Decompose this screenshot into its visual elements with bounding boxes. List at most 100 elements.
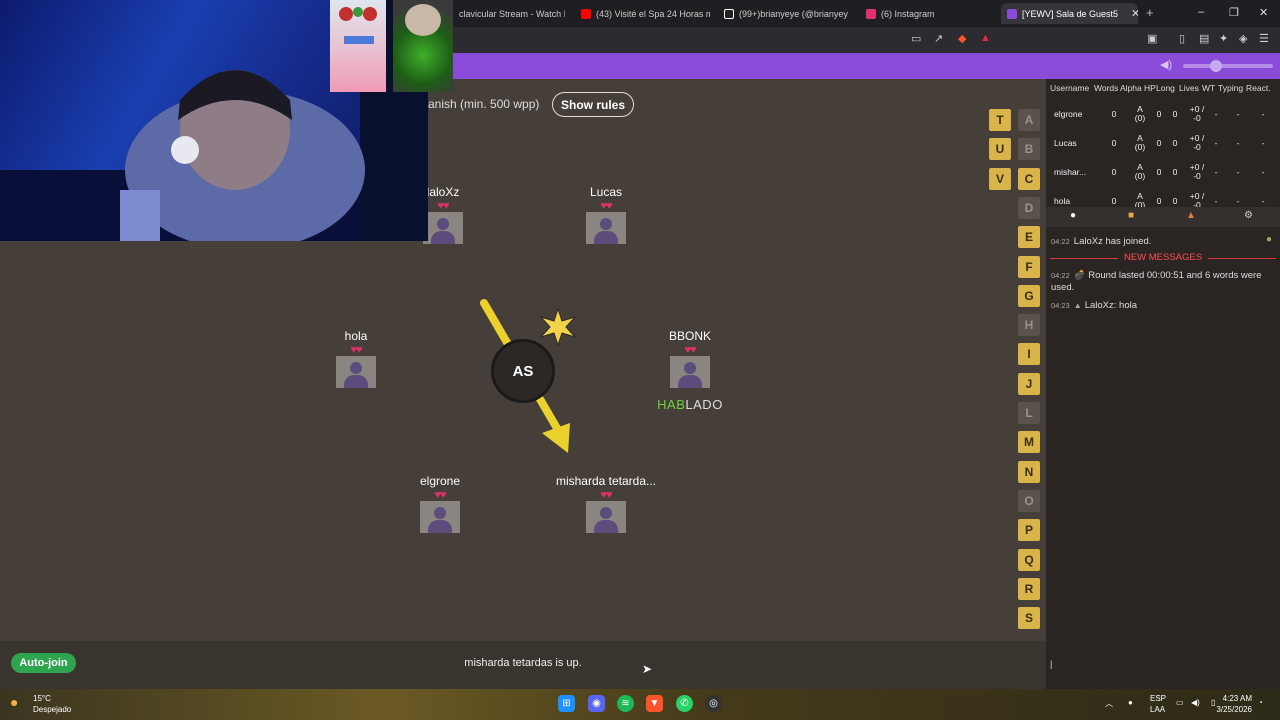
heart-icon: ♥♥ (434, 489, 446, 501)
tab-game-active[interactable]: [YEWV] Sala de Guest5 ✕ (1001, 3, 1138, 24)
spotify-icon[interactable]: ≋ (617, 695, 634, 712)
table-cell: mishar... (1054, 168, 1108, 177)
table-cell: hola (1054, 197, 1108, 206)
table-cell: - (1204, 110, 1228, 119)
alphabet-letter-tile: S (1018, 607, 1040, 630)
instagram-icon (866, 8, 876, 19)
language-layout[interactable]: LAA (1150, 705, 1165, 714)
chat-input[interactable] (1050, 653, 1276, 675)
speaker-icon[interactable]: ◀) (1191, 698, 1200, 707)
auto-join-button[interactable]: Auto-join (11, 653, 76, 673)
cell-value: Lucas (1054, 138, 1077, 148)
volume-icon[interactable]: ◀) (1160, 58, 1172, 71)
cell-value: - (1214, 138, 1218, 148)
close-tab-icon[interactable]: ✕ (1131, 7, 1138, 20)
menu-icon[interactable]: ☰ (1259, 32, 1269, 45)
gift-tab-icon[interactable]: ■ (1128, 210, 1134, 221)
cell-value: - (1214, 109, 1218, 119)
alphabet-letter-tile: H (1018, 314, 1040, 337)
cast-icon[interactable]: ▭ (911, 32, 921, 45)
clock-time[interactable]: 4:23 AM (1222, 694, 1252, 703)
notification-bell-icon[interactable]: ◔ (1258, 698, 1263, 707)
minimize-button[interactable]: – (1198, 6, 1204, 18)
table-cell: - (1204, 139, 1228, 148)
syllable-prompt: AS (512, 362, 534, 380)
panel-tabs: ● ■ ▲ ⚙ (1046, 207, 1280, 227)
clock-date[interactable]: 3/25/2026 (1212, 705, 1252, 714)
alphabet-letter-tile: N (1018, 460, 1040, 483)
col-react: React. (1246, 83, 1271, 93)
wallet-icon[interactable]: ▤ (1199, 32, 1209, 45)
avatar (336, 356, 376, 388)
alphabet-letter-tile: D (1018, 196, 1040, 219)
maximize-button[interactable]: ❐ (1229, 6, 1239, 19)
language-code[interactable]: ESP (1150, 694, 1166, 703)
weather-icon: ● (10, 694, 19, 710)
player-word: HABLADO (630, 396, 750, 414)
network-icon[interactable]: ▭ (1176, 698, 1184, 707)
alphabet-letter-tile: J (1018, 372, 1040, 395)
volume-slider[interactable] (1183, 64, 1273, 68)
chat-message: 04:22 💣 Round lasted 00:00:51 and 6 words… (1051, 270, 1262, 293)
cell-value: - (1236, 109, 1240, 119)
mouse-cursor-icon: ➤ (642, 662, 653, 676)
word-rest: LADO (685, 397, 723, 412)
heart-icon: ♥♥ (600, 489, 612, 501)
cell-value: 0 (1111, 138, 1117, 148)
brave-rewards-icon[interactable]: ▲ (980, 32, 991, 44)
brave-shield-icon[interactable]: ◆ (958, 32, 966, 45)
tab-youtube-spa[interactable]: (43) Visité el Spa 24 Horas má (575, 3, 710, 24)
reader-icon[interactable]: ▣ (1147, 32, 1157, 45)
discord-icon[interactable]: ◉ (588, 695, 605, 712)
tab-instagram[interactable]: (6) Instagram (860, 3, 970, 24)
mic-icon[interactable]: ● (1128, 698, 1133, 707)
heart-icon: ♥♥ (350, 344, 362, 356)
user-icon: ▲ (1073, 301, 1082, 310)
volume-slider-knob[interactable] (1210, 60, 1222, 72)
cell-value: - (1261, 167, 1265, 177)
alphabet-letter-tile: M (1018, 431, 1040, 454)
sidebar-icon[interactable]: ▯ (1179, 32, 1185, 45)
brave-icon[interactable]: ▼ (646, 695, 663, 712)
tab-label: clavicular Stream - Watch Live (459, 8, 565, 19)
room-tab-icon[interactable]: ▲ (1186, 210, 1196, 221)
whatsapp-icon[interactable]: ✆ (676, 695, 693, 712)
alphabet-letter-tile: L (1018, 402, 1040, 424)
table-cell: - (1251, 139, 1275, 148)
tab-tiktok[interactable]: (99+)brianyeye (@brianyeye) | (718, 3, 848, 24)
chat-message: 04:23 ▲ LaloXz: hola (1051, 300, 1137, 311)
leo-icon[interactable]: ✦ (1219, 32, 1228, 45)
vpn-icon[interactable]: ◈ (1239, 32, 1247, 45)
weather-desc: Despejado (33, 705, 72, 714)
show-rules-button[interactable]: Show rules (552, 92, 634, 117)
chat-tab-icon[interactable]: ● (1070, 210, 1076, 221)
col-hp: HP (1144, 83, 1156, 93)
tray-chevron-icon[interactable]: ︿ (1105, 698, 1113, 709)
weather-temp: 15°C (33, 694, 51, 703)
col-words: Words (1094, 83, 1119, 93)
cell-value: mishar... (1054, 167, 1087, 177)
game-icon (1007, 8, 1017, 19)
table-cell: 0 (1102, 168, 1126, 177)
youtube-icon (581, 8, 591, 19)
new-tab-button[interactable]: + (1146, 5, 1154, 20)
close-window-button[interactable]: ✕ (1259, 6, 1268, 19)
rules-text: anish (min. 500 wpp) (428, 97, 540, 111)
share-icon[interactable]: ↗ (934, 32, 943, 45)
col-lives: Lives (1179, 83, 1199, 93)
obs-icon[interactable]: ◎ (705, 695, 722, 712)
new-messages-divider: NEW MESSAGES (1123, 252, 1203, 263)
settings-tab-icon[interactable]: ⚙ (1244, 210, 1253, 221)
player-name: Lucas (589, 185, 623, 199)
cell-value: - (1214, 167, 1218, 177)
avatar (586, 501, 626, 533)
col-long: Long (1156, 83, 1175, 93)
stream-thumbnail (330, 0, 386, 92)
windows-start-icon[interactable]: ⊞ (558, 695, 575, 712)
alphabet-letter-tile: A (1018, 109, 1040, 131)
alphabet-letter-tile: Q (1018, 548, 1040, 571)
tab-clavicular-stream[interactable]: clavicular Stream - Watch Live (453, 3, 565, 24)
scoreboard-header: Username Words Alpha HP Long Lives WT Ty… (1046, 83, 1280, 97)
alphabet-letter-tile: B (1018, 138, 1040, 161)
slime-thumbnail-image (405, 4, 441, 36)
